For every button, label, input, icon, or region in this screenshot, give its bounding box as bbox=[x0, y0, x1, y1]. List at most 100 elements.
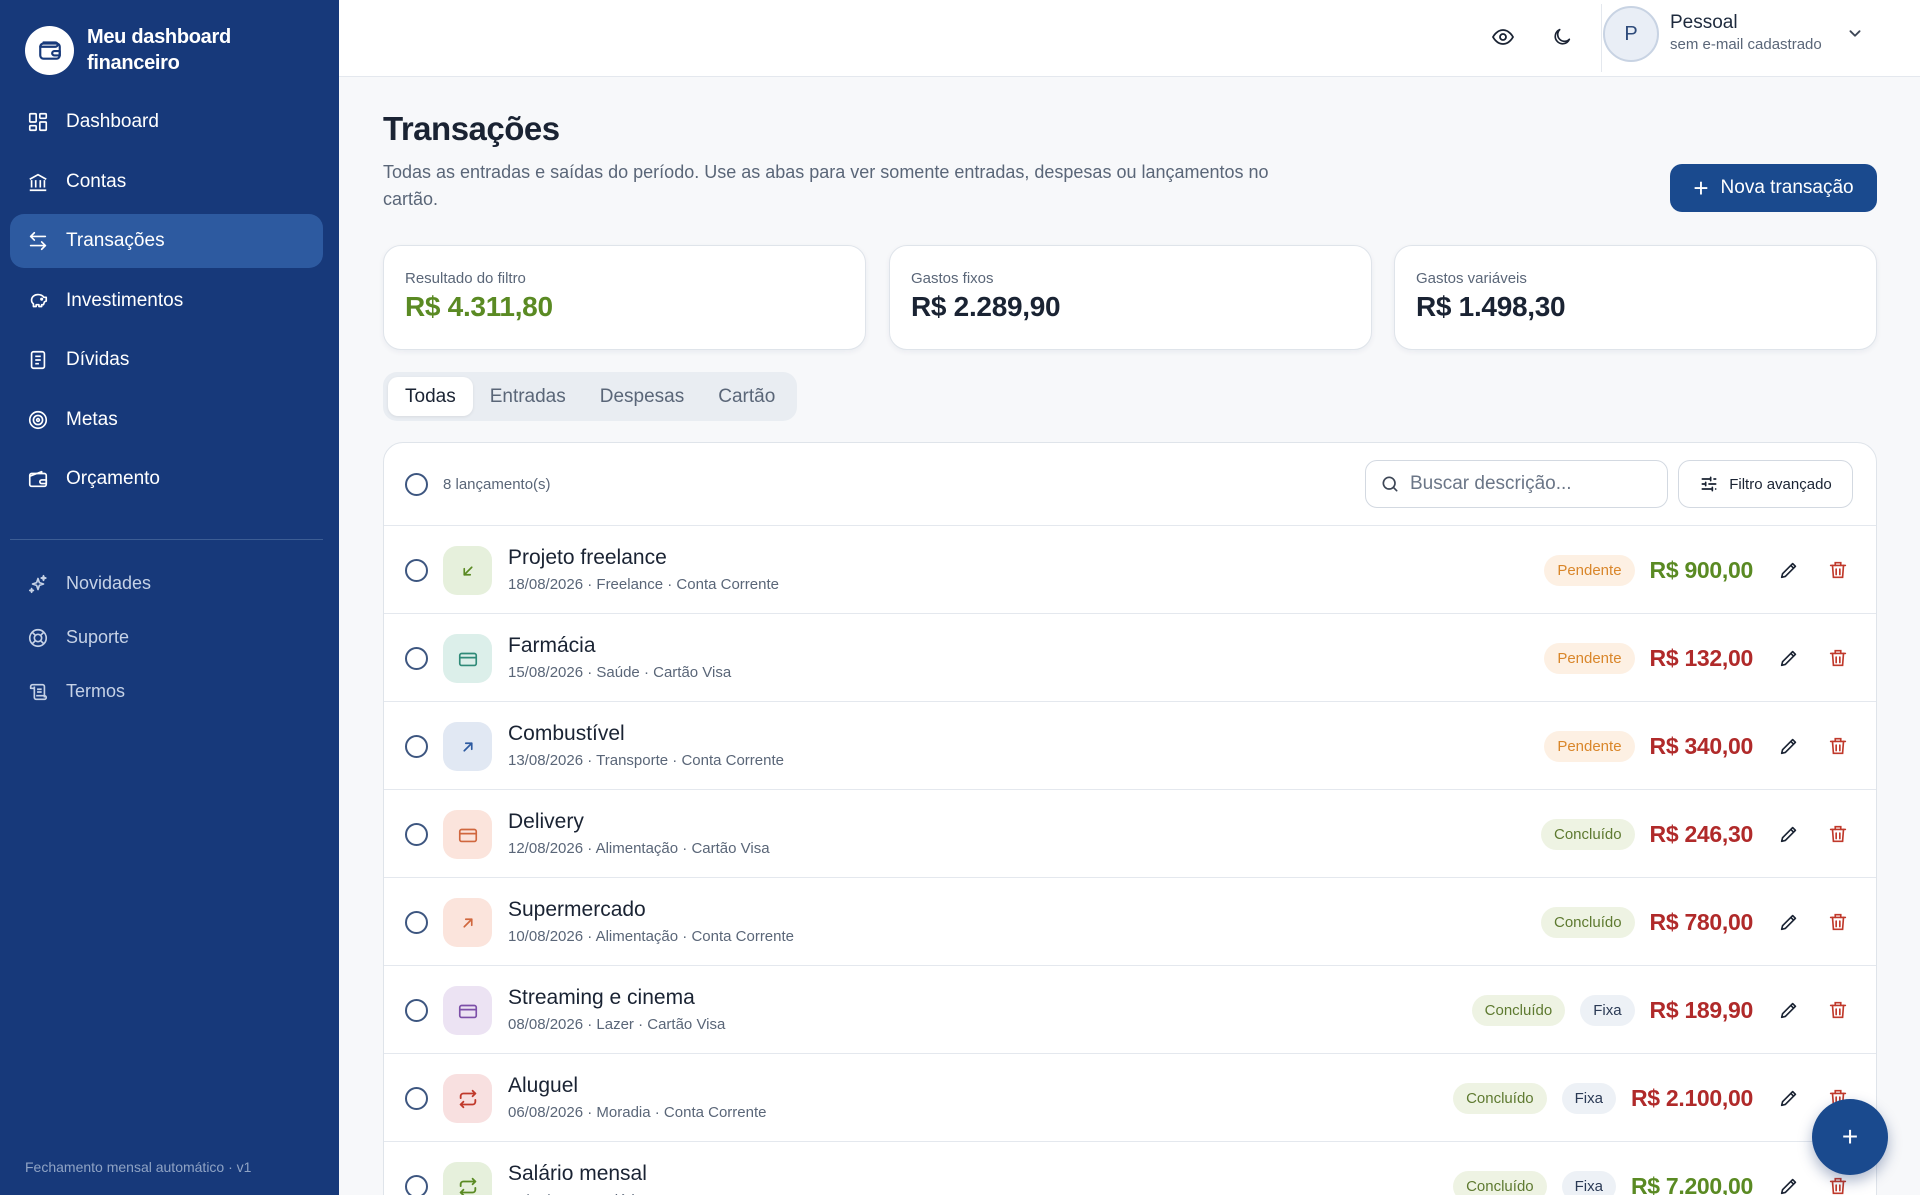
trash-icon[interactable] bbox=[1825, 557, 1851, 583]
transaction-row[interactable]: Streaming e cinema 08/08/2026 · Lazer · … bbox=[384, 966, 1876, 1054]
transaction-row[interactable]: Salário mensal 05/08/2026 · Salário · Co… bbox=[384, 1142, 1876, 1195]
transaction-title: Combustível bbox=[508, 722, 625, 745]
sidebar-item-suporte[interactable]: Suporte bbox=[10, 613, 323, 662]
search-box bbox=[1365, 460, 1668, 508]
sidebar-item-novidades[interactable]: Novidades bbox=[10, 559, 323, 608]
sidebar-item-dashboard[interactable]: Dashboard bbox=[10, 95, 323, 149]
scroll-icon bbox=[26, 680, 50, 704]
pencil-icon[interactable] bbox=[1776, 733, 1802, 759]
row-select-radio[interactable] bbox=[405, 1175, 428, 1195]
repeat-icon bbox=[443, 1162, 492, 1195]
transaction-meta: 13/08/2026 · Transporte · Conta Corrente bbox=[508, 752, 784, 769]
avatar[interactable]: P bbox=[1603, 6, 1659, 62]
pencil-icon[interactable] bbox=[1776, 821, 1802, 847]
search-input[interactable] bbox=[1410, 473, 1650, 495]
fixed-badge: Fixa bbox=[1561, 1170, 1616, 1195]
transaction-row[interactable]: Aluguel 06/08/2026 · Moradia · Conta Cor… bbox=[384, 1054, 1876, 1142]
transaction-amount: R$ 340,00 bbox=[1649, 732, 1754, 759]
transaction-meta: 15/08/2026 · Saúde · Cartão Visa bbox=[508, 664, 732, 681]
sidebar-item-dividas[interactable]: Dívidas bbox=[10, 333, 323, 387]
sidebar-item-label: Termos bbox=[66, 681, 126, 701]
sidebar-item-label: Orçamento bbox=[66, 468, 160, 489]
trash-icon[interactable] bbox=[1825, 997, 1851, 1023]
pencil-icon[interactable] bbox=[1776, 645, 1802, 671]
credit-card-icon bbox=[443, 810, 492, 859]
tab-todas[interactable]: Todas bbox=[388, 377, 473, 416]
target-icon bbox=[26, 408, 50, 432]
transaction-row[interactable]: Combustível 13/08/2026 · Transporte · Co… bbox=[384, 702, 1876, 790]
transaction-row[interactable]: Supermercado 10/08/2026 · Alimentação · … bbox=[384, 878, 1876, 966]
transaction-meta: 08/08/2026 · Lazer · Cartão Visa bbox=[508, 1016, 726, 1033]
plus-icon: + bbox=[1693, 173, 1709, 203]
floating-add-button[interactable]: + bbox=[1812, 1099, 1888, 1175]
sidebar-item-label: Dívidas bbox=[66, 349, 130, 370]
tab-cartao[interactable]: Cartão bbox=[701, 377, 792, 416]
status-badge: Concluído bbox=[1471, 994, 1566, 1026]
row-select-radio[interactable] bbox=[405, 559, 428, 582]
row-select-radio[interactable] bbox=[405, 823, 428, 846]
sidebar-item-investimentos[interactable]: Investimentos bbox=[10, 274, 323, 328]
sidebar-item-transacoes[interactable]: Transações bbox=[10, 214, 323, 268]
sidebar-item-label: Transações bbox=[66, 230, 165, 251]
summary-value: R$ 2.289,90 bbox=[911, 291, 1061, 322]
sidebar-item-label: Metas bbox=[66, 408, 118, 430]
summary-label: Gastos variáveis bbox=[1416, 270, 1527, 287]
transaction-amount: R$ 7.200,00 bbox=[1630, 1172, 1753, 1195]
page-description: Todas as entradas e saídas do período. U… bbox=[383, 162, 1269, 209]
advanced-filter-button[interactable]: Filtro avançado bbox=[1678, 460, 1853, 508]
moon-icon[interactable] bbox=[1546, 21, 1578, 53]
sidebar-item-termos[interactable]: Termos bbox=[10, 667, 323, 716]
brand-title: Meu dashboard financeiro bbox=[87, 26, 231, 74]
sidebar-item-contas[interactable]: Contas bbox=[10, 155, 323, 209]
status-badge: Concluído bbox=[1453, 1170, 1547, 1195]
status-badge: Pendente bbox=[1544, 730, 1635, 762]
row-select-radio[interactable] bbox=[405, 735, 428, 758]
document-icon bbox=[26, 348, 50, 372]
profile-name[interactable]: Pessoal bbox=[1670, 12, 1738, 34]
arrow-down-left-icon bbox=[443, 546, 492, 595]
pencil-icon[interactable] bbox=[1776, 557, 1802, 583]
transaction-amount: R$ 189,90 bbox=[1649, 996, 1754, 1023]
brand[interactable]: Meu dashboard financeiro bbox=[25, 24, 257, 76]
trash-icon[interactable] bbox=[1825, 733, 1851, 759]
pencil-icon[interactable] bbox=[1776, 1173, 1802, 1195]
pencil-icon[interactable] bbox=[1776, 1085, 1802, 1111]
page-title: Transações bbox=[383, 110, 560, 147]
eye-icon[interactable] bbox=[1487, 21, 1519, 53]
transaction-row[interactable]: Projeto freelance 18/08/2026 · Freelance… bbox=[384, 526, 1876, 614]
transaction-amount: R$ 132,00 bbox=[1649, 644, 1754, 671]
sidebar-item-orcamento[interactable]: Orçamento bbox=[10, 452, 323, 506]
summary-card-fixed: Gastos fixos R$ 2.289,90 bbox=[889, 245, 1372, 350]
new-transaction-button[interactable]: + Nova transação bbox=[1670, 164, 1877, 212]
chevron-down-icon[interactable] bbox=[1844, 22, 1866, 44]
trash-icon[interactable] bbox=[1825, 821, 1851, 847]
sidebar-item-label: Investimentos bbox=[66, 289, 184, 311]
tab-despesas[interactable]: Despesas bbox=[583, 377, 702, 416]
row-select-radio[interactable] bbox=[405, 999, 428, 1022]
tab-entradas[interactable]: Entradas bbox=[473, 377, 583, 416]
transaction-row[interactable]: Farmácia 15/08/2026 · Saúde · Cartão Vis… bbox=[384, 614, 1876, 702]
pencil-icon[interactable] bbox=[1776, 909, 1802, 935]
sliders-icon bbox=[1699, 474, 1719, 494]
pencil-icon[interactable] bbox=[1776, 997, 1802, 1023]
trash-icon[interactable] bbox=[1825, 645, 1851, 671]
transaction-title: Farmácia bbox=[508, 634, 596, 657]
credit-card-icon bbox=[443, 634, 492, 683]
wallet-icon bbox=[26, 467, 50, 491]
select-all-radio[interactable] bbox=[405, 473, 428, 496]
sidebar-secondary-nav: Novidades Suporte Termos bbox=[10, 559, 323, 721]
sidebar-item-metas[interactable]: Metas bbox=[10, 393, 323, 447]
row-select-radio[interactable] bbox=[405, 647, 428, 670]
new-transaction-label: Nova transação bbox=[1720, 177, 1854, 198]
sidebar-item-label: Novidades bbox=[66, 573, 152, 593]
status-badge: Pendente bbox=[1544, 642, 1635, 674]
status-badge: Concluído bbox=[1453, 1082, 1547, 1114]
profile-email: sem e-mail cadastrado bbox=[1670, 36, 1822, 53]
trash-icon[interactable] bbox=[1825, 1173, 1851, 1195]
transaction-row[interactable]: Delivery 12/08/2026 · Alimentação · Cart… bbox=[384, 790, 1876, 878]
row-select-radio[interactable] bbox=[405, 911, 428, 934]
row-select-radio[interactable] bbox=[405, 1087, 428, 1110]
transaction-amount: R$ 2.100,00 bbox=[1630, 1084, 1753, 1111]
row-actions: Pendente R$ 900,00 bbox=[1544, 526, 1851, 614]
trash-icon[interactable] bbox=[1825, 909, 1851, 935]
